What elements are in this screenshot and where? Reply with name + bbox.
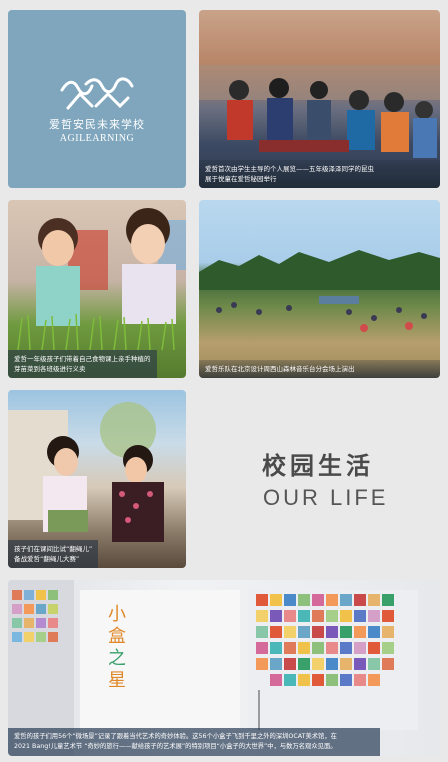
svg-text:盒: 盒 (108, 626, 126, 647)
caption-line: 孩子们在课间比试“翻绳儿” (14, 545, 93, 553)
caption-line: 爱哲的孩子们用56个“微场景”记录了跟着当代艺术的奇妙体验。这56个小盒子飞到千… (14, 733, 337, 740)
caption-line: 芽苗菜到各班级进行义卖 (14, 365, 86, 373)
photo-sprouts-caption: 爱哲一年级孩子们带着自己食物课上亲手种植的 芽苗菜到各班级进行义卖 (8, 350, 157, 378)
section-title-cn: 校园生活 (262, 452, 374, 480)
caption-line: 爱哲一年级孩子们带着自己食物课上亲手种植的 (14, 355, 151, 363)
photo-art-exhibition: 小 盒 之 星 爱哲的孩子们用56个“微场景”记录了跟着当代艺术的奇妙体验。这5… (8, 580, 440, 756)
photo-string-game-caption: 孩子们在课间比试“翻绳儿” 备战爱哲“翻绳儿大赛” (8, 540, 99, 568)
caption-line: 备战爱哲“翻绳儿大赛” (14, 555, 80, 563)
photo-art-exhibition-caption: 爱哲的孩子们用56个“微场景”记录了跟着当代艺术的奇妙体验。这56个小盒子飞到千… (8, 728, 380, 756)
svg-text:小: 小 (108, 604, 126, 625)
photo-exhibition-caption: 爱哲首次由学生主导的个人展览——五年级泽泽同学的昆虫 展于悦童在爱哲秘园举行 (199, 160, 440, 188)
caption-line: 爱哲首次由学生主导的个人展览——五年级泽泽同学的昆虫 (205, 165, 374, 173)
school-logo-tile: 爱哲安民未来学校 AGILEARNING (8, 10, 186, 188)
section-title-en: OUR LIFE (263, 485, 389, 510)
photo-forest-concert: 爱哲乐队在北京设计周西山森林音乐台分会场上演出 (199, 200, 440, 378)
photo-forest-concert-scene (199, 250, 440, 332)
photo-exhibition: 爱哲首次由学生主导的个人展览——五年级泽泽同学的昆虫 展于悦童在爱哲秘园举行 (199, 10, 440, 188)
photo-string-game: 孩子们在课间比试“翻绳儿” 备战爱哲“翻绳儿大赛” (8, 390, 186, 568)
caption-line: 展于悦童在爱哲秘园举行 (205, 175, 277, 183)
caption-line: 2021 Bang!儿童艺术节 “奇妙的旅行——献给孩子的艺术展”的特别项目“小… (14, 743, 337, 750)
caption-line: 爱哲乐队在北京设计周西山森林音乐台分会场上演出 (205, 365, 355, 373)
svg-text:之: 之 (108, 648, 126, 669)
photo-forest-concert-caption: 爱哲乐队在北京设计周西山森林音乐台分会场上演出 (199, 360, 440, 378)
school-name-en: AGILEARNING (59, 133, 135, 144)
school-name-cn: 爱哲安民未来学校 (49, 118, 145, 131)
svg-text:星: 星 (108, 670, 126, 691)
school-logo-icon (60, 77, 134, 110)
photo-sprouts: 爱哲一年级孩子们带着自己食物课上亲手种植的 芽苗菜到各班级进行义卖 (8, 200, 186, 378)
